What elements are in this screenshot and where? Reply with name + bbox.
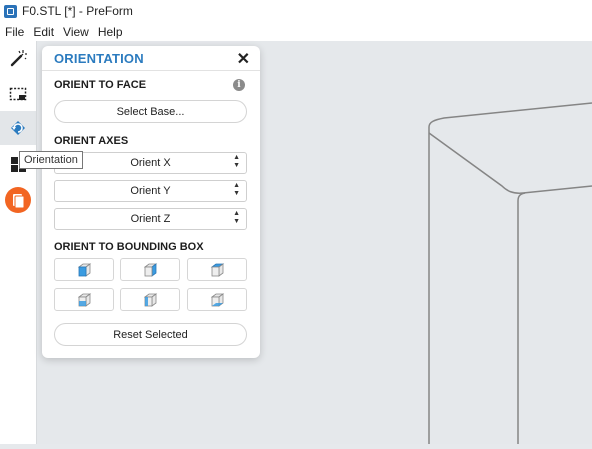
menu-view[interactable]: View	[58, 25, 93, 39]
orient-y-label: Orient Y	[130, 185, 171, 197]
print-button[interactable]	[0, 183, 36, 217]
select-button[interactable]	[0, 77, 36, 111]
orient-z-stepper[interactable]: Orient Z ▲ ▼	[54, 208, 247, 230]
cube-front-icon	[77, 262, 92, 277]
title-bar: F0.STL [*] - PreForm	[0, 0, 592, 22]
orient-x-label: Orient X	[130, 157, 171, 169]
panel-title: ORIENTATION	[54, 51, 144, 66]
orientation-panel: ORIENTATION ✕ ORIENT TO FACE i Select Ba…	[42, 46, 260, 358]
print-icon	[5, 187, 31, 213]
menu-edit[interactable]: Edit	[28, 25, 58, 39]
orient-axes-heading: ORIENT AXES	[54, 135, 129, 147]
stepper-arrows-icon[interactable]: ▲ ▼	[233, 210, 240, 226]
cube-bottom-icon	[210, 292, 225, 307]
menu-file[interactable]: File	[0, 25, 28, 39]
bbox-right-button[interactable]	[120, 258, 180, 281]
panel-divider	[42, 70, 260, 71]
window-title: F0.STL [*] - PreForm	[22, 4, 133, 18]
orient-to-bounding-box-heading: ORIENT TO BOUNDING BOX	[54, 241, 204, 253]
bbox-back-button[interactable]	[54, 288, 114, 311]
select-base-button[interactable]: Select Base...	[54, 100, 247, 123]
menu-bar: File Edit View Help	[0, 22, 592, 41]
orientation-tooltip: Orientation	[19, 151, 83, 169]
orient-x-stepper[interactable]: Orient X ▲ ▼	[54, 152, 247, 174]
left-toolbar	[0, 41, 37, 444]
orientation-button[interactable]	[0, 111, 36, 145]
cube-back-icon	[77, 292, 92, 307]
stepper-arrows-icon[interactable]: ▲ ▼	[233, 154, 240, 170]
orient-y-stepper[interactable]: Orient Y ▲ ▼	[54, 180, 247, 202]
bbox-left-button[interactable]	[120, 288, 180, 311]
bbox-top-button[interactable]	[187, 258, 247, 281]
cube-top-icon	[210, 262, 225, 277]
menu-help[interactable]: Help	[93, 25, 127, 39]
cube-left-icon	[143, 292, 158, 307]
info-icon[interactable]: i	[233, 79, 245, 91]
cube-right-icon	[143, 262, 158, 277]
magic-wand-icon	[10, 50, 27, 67]
orientation-icon	[11, 121, 25, 135]
stepper-arrows-icon[interactable]: ▲ ▼	[233, 182, 240, 198]
one-click-print-button[interactable]	[0, 41, 36, 75]
reset-selected-button[interactable]: Reset Selected	[54, 323, 247, 346]
bbox-bottom-button[interactable]	[187, 288, 247, 311]
orient-z-label: Orient Z	[130, 213, 171, 225]
preform-app-icon	[4, 4, 17, 18]
bbox-front-button[interactable]	[54, 258, 114, 281]
selection-box-icon	[9, 87, 27, 101]
close-icon[interactable]: ✕	[237, 49, 250, 69]
orient-to-face-heading: ORIENT TO FACE	[54, 79, 147, 91]
